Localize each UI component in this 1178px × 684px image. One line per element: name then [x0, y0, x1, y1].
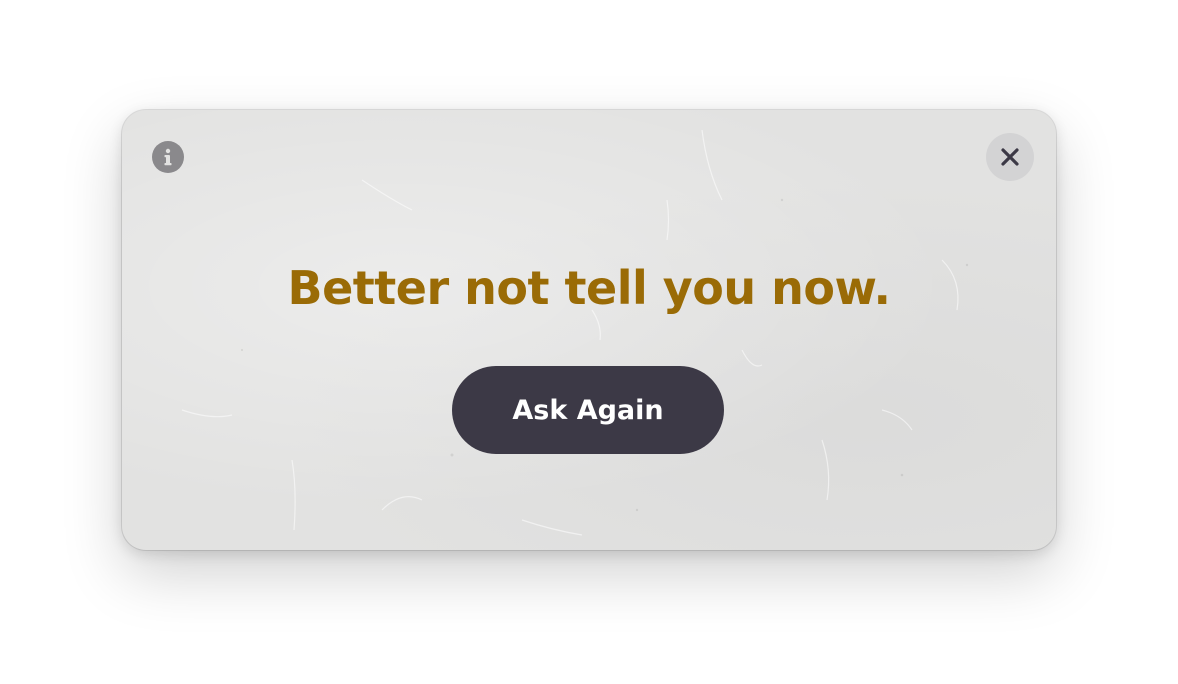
answer-text: Better not tell you now.: [287, 261, 891, 315]
magic-8-ball-dialog: Better not tell you now. Ask Again: [122, 110, 1056, 550]
close-button[interactable]: [986, 133, 1034, 181]
info-icon: [164, 148, 172, 166]
paper-texture: [181, 129, 969, 536]
desktop-background: Better not tell you now. Ask Again: [0, 0, 1178, 684]
close-icon: [1001, 148, 1019, 166]
info-button[interactable]: [152, 141, 184, 173]
ask-again-button[interactable]: Ask Again: [452, 366, 724, 454]
